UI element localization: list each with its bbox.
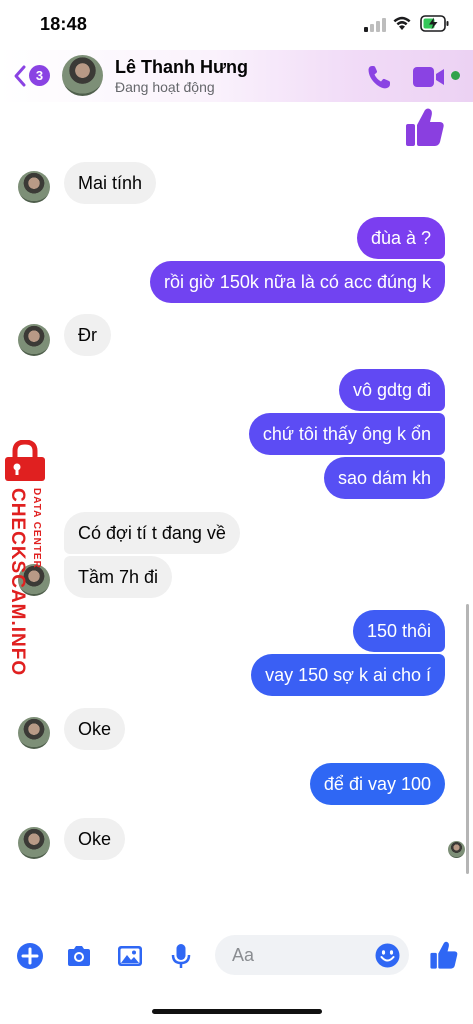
sender-avatar[interactable] xyxy=(18,564,50,596)
emoji-icon[interactable] xyxy=(375,943,400,968)
lock-icon xyxy=(5,440,45,481)
message-bubble-incoming[interactable]: Mai tính xyxy=(64,162,157,204)
message-composer: Aa xyxy=(0,930,473,990)
sender-avatar[interactable] xyxy=(18,171,50,203)
home-indicator xyxy=(152,1009,322,1014)
camera-icon[interactable] xyxy=(65,942,93,970)
contact-status: Đang hoạt động xyxy=(115,79,215,95)
seen-receipt-avatar xyxy=(448,841,465,858)
status-time: 18:48 xyxy=(40,14,88,34)
message-bubble-outgoing[interactable]: rồi giờ 150k nữa là có acc đúng k xyxy=(149,261,445,303)
wifi-icon xyxy=(393,16,411,30)
message-bubble-incoming[interactable]: Oke xyxy=(64,818,126,860)
message-input-placeholder: Aa xyxy=(232,945,255,965)
sender-avatar[interactable] xyxy=(18,324,50,356)
battery-charging-icon xyxy=(420,15,449,32)
message-bubble-outgoing[interactable]: đùa à ? xyxy=(356,217,445,259)
message-bubble-incoming[interactable]: Oke xyxy=(64,708,126,750)
sender-avatar[interactable] xyxy=(18,717,50,749)
message-bubble-incoming[interactable]: Tầm 7h đi xyxy=(64,556,173,598)
thumbs-up-icon xyxy=(406,108,444,146)
gallery-icon[interactable] xyxy=(116,942,144,970)
online-status-dot xyxy=(451,71,460,80)
message-bubble-outgoing[interactable]: vô gdtg đi xyxy=(338,369,445,411)
message-bubble-outgoing[interactable]: chứ tôi thấy ông k ổn xyxy=(248,413,445,455)
phone-icon[interactable] xyxy=(365,63,393,91)
contact-avatar[interactable] xyxy=(62,55,103,96)
status-bar: 18:48 xyxy=(0,0,473,50)
sender-avatar[interactable] xyxy=(18,827,50,859)
plus-icon[interactable] xyxy=(16,942,44,970)
contact-name[interactable]: Lê Thanh Hưng xyxy=(115,57,248,78)
video-camera-icon[interactable] xyxy=(412,65,446,89)
message-bubble-outgoing[interactable]: sao dám kh xyxy=(323,457,445,499)
signal-icon xyxy=(364,18,386,32)
message-bubble-outgoing[interactable]: để đi vay 100 xyxy=(309,763,445,805)
message-bubble-outgoing[interactable]: 150 thôi xyxy=(352,610,445,652)
message-input[interactable]: Aa xyxy=(215,935,409,975)
scrollbar[interactable] xyxy=(466,604,469,874)
message-bubble-incoming[interactable]: Đr xyxy=(64,314,111,356)
microphone-icon[interactable] xyxy=(167,942,195,970)
watermark-subtext: DATA CENTER xyxy=(31,488,42,569)
unread-badge[interactable]: 3 xyxy=(29,65,50,86)
chat-header: 3 Lê Thanh Hưng Đang hoạt động xyxy=(0,50,473,102)
message-bubble-outgoing[interactable]: vay 150 sợ k ai cho í xyxy=(251,654,445,696)
like-icon[interactable] xyxy=(429,940,459,970)
message-bubble-incoming[interactable]: Có đợi tí t đang về xyxy=(64,512,240,554)
watermark: CHECKSCAM.INFO DATA CENTER xyxy=(0,440,50,676)
